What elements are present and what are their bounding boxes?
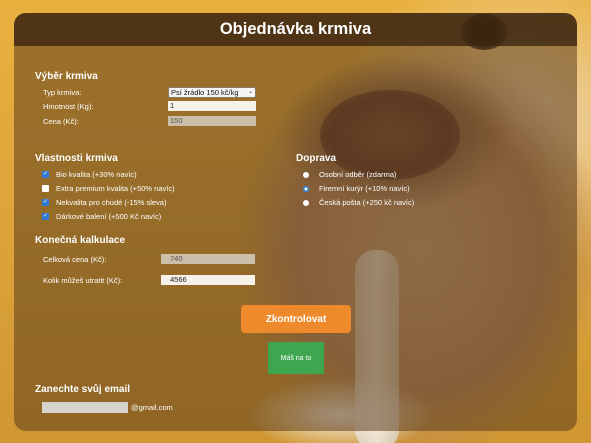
feed-type-value: Psí žrádlo 150 kč/kg [171, 88, 239, 97]
delivery-label: Osobní odběr (zdarma) [319, 170, 397, 179]
radio-unselected-icon[interactable] [303, 199, 309, 206]
checkbox-checked-icon[interactable]: ✓ [42, 171, 49, 178]
calculation-heading: Konečná kalkulace [35, 235, 126, 246]
feed-type-label: Typ krmiva: [43, 88, 82, 97]
checkbox-checked-icon[interactable]: ✓ [42, 213, 49, 220]
total-price-label: Celková cena (Kč): [43, 255, 107, 264]
price-label: Cena (Kč): [43, 117, 79, 126]
property-bio[interactable]: ✓ Bio kvalita (+30% navíc) [42, 170, 137, 179]
radio-unselected-icon[interactable] [303, 171, 309, 178]
result-message: Máš na to [268, 342, 324, 374]
order-form-panel: Objednávka krmiva Výběr krmiva Typ krmiv… [14, 13, 577, 431]
email-heading: Zanechte svůj email [35, 384, 131, 395]
weight-label: Hmotnost (Kg): [43, 102, 94, 111]
radio-selected-icon[interactable] [303, 185, 309, 192]
feed-selection-heading: Výběr krmiva [35, 71, 98, 82]
delivery-label: Česká pošta (+250 kč navíc) [319, 198, 415, 207]
check-button[interactable]: Zkontrolovat [241, 305, 351, 333]
property-label: Nekvalita pro chudé (-15% sleva) [56, 198, 167, 207]
price-field: 150 [168, 116, 256, 126]
spend-limit-label: Kolik můžeš utratit (Kč): [43, 276, 123, 285]
property-label: Dárkové balení (+500 Kč navíc) [56, 212, 162, 221]
chevron-down-icon: ⌄ [247, 89, 253, 95]
property-label: Bio kvalita (+30% navíc) [56, 170, 137, 179]
delivery-courier[interactable]: Firemní kurýr (+10% navíc) [303, 184, 410, 193]
properties-heading: Vlastnosti krmiva [35, 153, 118, 164]
delivery-czech-post[interactable]: Česká pošta (+250 kč navíc) [303, 198, 414, 207]
property-label: Extra premium kvalita (+50% navíc) [56, 184, 175, 193]
title-bar: Objednávka krmiva [14, 13, 577, 46]
spend-limit-input[interactable]: 4566 [161, 275, 255, 285]
property-gift[interactable]: ✓ Dárkové balení (+500 Kč navíc) [42, 212, 161, 221]
delivery-label: Firemní kurýr (+10% navíc) [319, 184, 410, 193]
email-domain-suffix: @gmail.com [131, 403, 173, 412]
page-title: Objednávka krmiva [219, 20, 372, 38]
delivery-personal-pickup[interactable]: Osobní odběr (zdarma) [303, 170, 397, 179]
delivery-heading: Doprava [296, 153, 337, 164]
total-price-field: 740 [161, 254, 255, 264]
checkbox-unchecked-icon[interactable] [42, 185, 49, 192]
property-extra-premium[interactable]: Extra premium kvalita (+50% navíc) [42, 184, 175, 193]
email-input[interactable] [42, 402, 128, 413]
weight-input[interactable]: 1 [168, 101, 256, 111]
checkbox-checked-icon[interactable]: ✓ [42, 199, 49, 206]
feed-type-select[interactable]: Psí žrádlo 150 kč/kg ⌄ [168, 87, 256, 98]
property-cheap[interactable]: ✓ Nekvalita pro chudé (-15% sleva) [42, 198, 166, 207]
